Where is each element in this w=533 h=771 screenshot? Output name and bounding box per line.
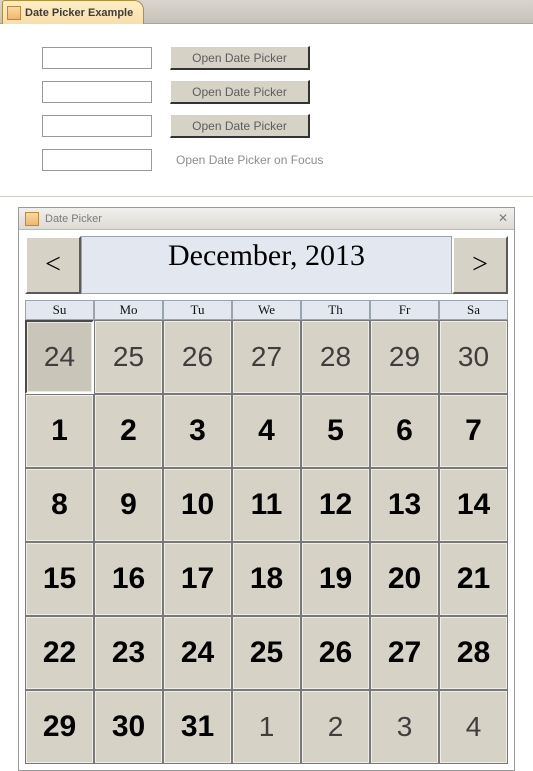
calendar-day[interactable]: 9 <box>94 468 163 542</box>
calendar-day[interactable]: 16 <box>94 542 163 616</box>
calendar-day[interactable]: 28 <box>439 616 508 690</box>
calendar-day[interactable]: 26 <box>301 616 370 690</box>
date-input-4[interactable] <box>42 149 152 171</box>
date-picker-window: Date Picker ✕ < December, 2013 > SuMoTuW… <box>18 207 515 771</box>
calendar-day[interactable]: 3 <box>370 690 439 764</box>
calendar-grid: 2425262728293012345678910111213141516171… <box>25 320 508 764</box>
calendar-day[interactable]: 13 <box>370 468 439 542</box>
open-date-picker-button-1[interactable]: Open Date Picker <box>170 46 310 70</box>
open-date-picker-button-3[interactable]: Open Date Picker <box>170 114 310 138</box>
dow-header: We <box>232 300 301 320</box>
example-form-area: Open Date Picker Open Date Picker Open D… <box>0 24 533 197</box>
calendar-day[interactable]: 4 <box>232 394 301 468</box>
date-input-2[interactable] <box>42 81 152 103</box>
calendar-day[interactable]: 26 <box>163 320 232 394</box>
calendar-day[interactable]: 10 <box>163 468 232 542</box>
calendar-day[interactable]: 29 <box>25 690 94 764</box>
calendar-day[interactable]: 18 <box>232 542 301 616</box>
open-on-focus-label: Open Date Picker on Focus <box>170 153 323 167</box>
calendar-day[interactable]: 4 <box>439 690 508 764</box>
calendar-day[interactable]: 28 <box>301 320 370 394</box>
calendar-day[interactable]: 24 <box>163 616 232 690</box>
calendar-day[interactable]: 19 <box>301 542 370 616</box>
date-input-3[interactable] <box>42 115 152 137</box>
prev-month-button[interactable]: < <box>25 236 81 294</box>
calendar-day[interactable]: 2 <box>301 690 370 764</box>
calendar-day[interactable]: 12 <box>301 468 370 542</box>
month-nav: < December, 2013 > <box>25 236 508 294</box>
form-icon <box>7 6 21 20</box>
calendar-day[interactable]: 27 <box>232 320 301 394</box>
dow-header: Tu <box>163 300 232 320</box>
calendar-day[interactable]: 17 <box>163 542 232 616</box>
date-picker-titlebar[interactable]: Date Picker ✕ <box>19 208 514 230</box>
dow-header: Su <box>25 300 94 320</box>
calendar-day[interactable]: 20 <box>370 542 439 616</box>
main-tab-bar: Date Picker Example <box>0 0 533 24</box>
calendar-day[interactable]: 1 <box>232 690 301 764</box>
close-icon[interactable]: ✕ <box>498 211 508 226</box>
calendar-day[interactable]: 21 <box>439 542 508 616</box>
calendar-day[interactable]: 1 <box>25 394 94 468</box>
calendar-day[interactable]: 6 <box>370 394 439 468</box>
calendar-day[interactable]: 15 <box>25 542 94 616</box>
calendar-day[interactable]: 5 <box>301 394 370 468</box>
dow-header: Mo <box>94 300 163 320</box>
calendar-day[interactable]: 25 <box>94 320 163 394</box>
calendar-day[interactable]: 25 <box>232 616 301 690</box>
calendar-day[interactable]: 23 <box>94 616 163 690</box>
calendar-day[interactable]: 3 <box>163 394 232 468</box>
calendar-day[interactable]: 24 <box>25 320 94 394</box>
date-picker-body: < December, 2013 > SuMoTuWeThFrSa 242526… <box>19 230 514 770</box>
form-icon <box>25 212 39 226</box>
calendar-day[interactable]: 8 <box>25 468 94 542</box>
calendar-day[interactable]: 27 <box>370 616 439 690</box>
calendar-day[interactable]: 29 <box>370 320 439 394</box>
next-month-button[interactable]: > <box>452 236 508 294</box>
calendar-day[interactable]: 31 <box>163 690 232 764</box>
calendar-day[interactable]: 22 <box>25 616 94 690</box>
calendar-day[interactable]: 30 <box>94 690 163 764</box>
calendar-day[interactable]: 30 <box>439 320 508 394</box>
tab-date-picker-example[interactable]: Date Picker Example <box>2 0 144 24</box>
calendar-day[interactable]: 7 <box>439 394 508 468</box>
calendar-day[interactable]: 2 <box>94 394 163 468</box>
calendar-day[interactable]: 14 <box>439 468 508 542</box>
dow-header: Sa <box>439 300 508 320</box>
open-date-picker-button-2[interactable]: Open Date Picker <box>170 80 310 104</box>
dow-header: Fr <box>370 300 439 320</box>
date-picker-title: Date Picker <box>45 213 102 225</box>
day-of-week-header: SuMoTuWeThFrSa <box>25 300 508 320</box>
month-year-label: December, 2013 <box>81 236 452 294</box>
calendar-day[interactable]: 11 <box>232 468 301 542</box>
dow-header: Th <box>301 300 370 320</box>
tab-label: Date Picker Example <box>25 7 133 19</box>
date-input-1[interactable] <box>42 47 152 69</box>
